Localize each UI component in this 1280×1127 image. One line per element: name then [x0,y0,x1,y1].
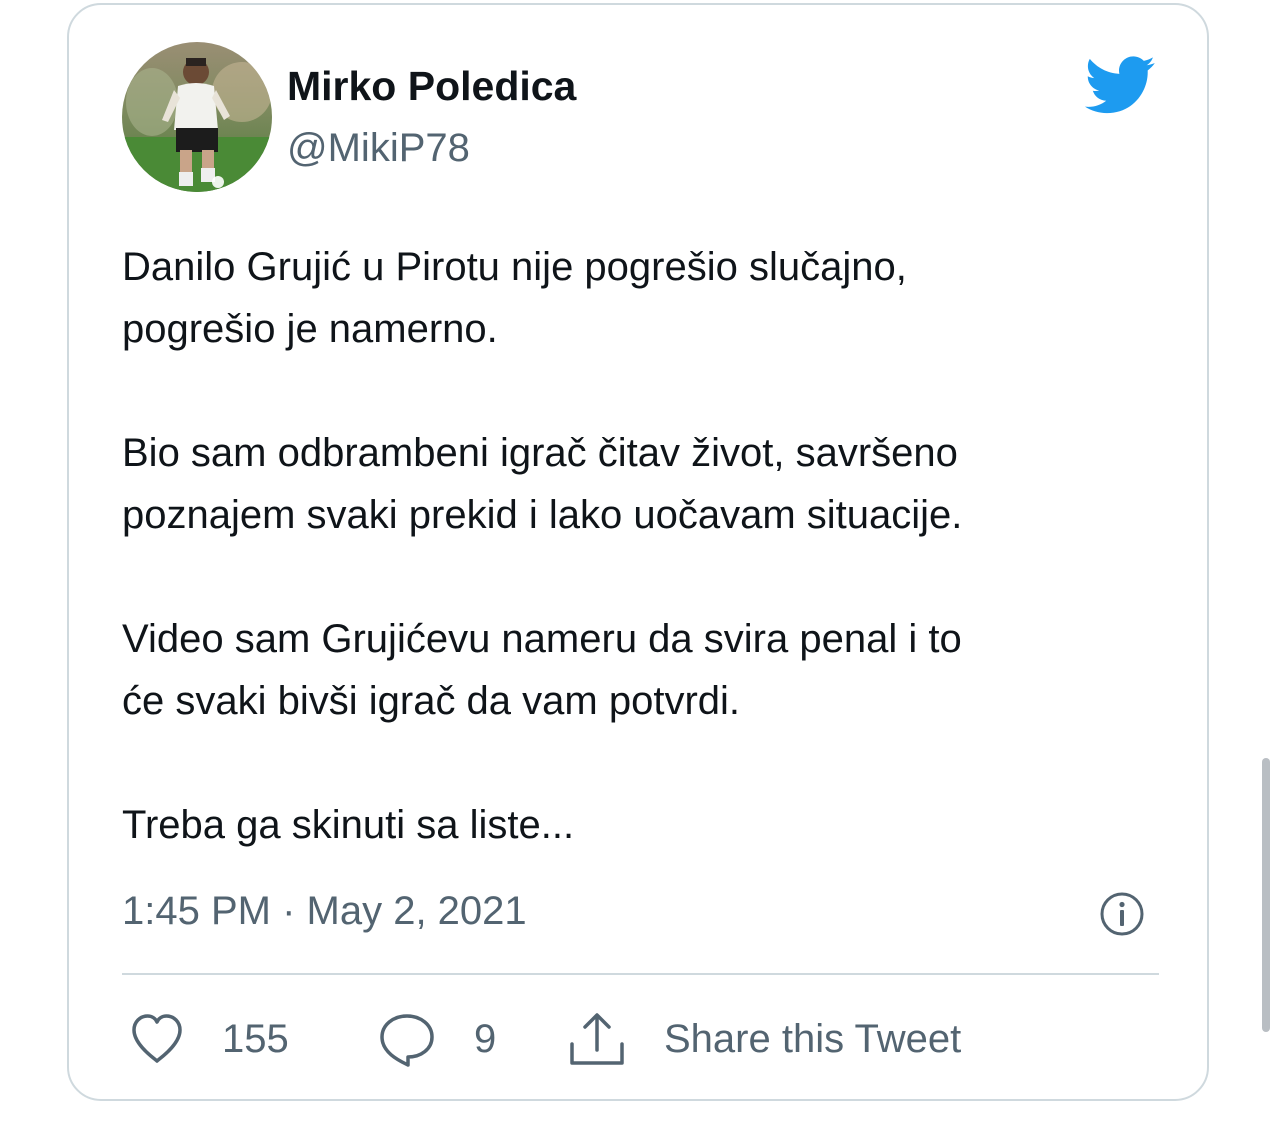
tweet-text: Danilo Grujić u Pirotu nije pogrešio slu… [122,236,1162,856]
author-handle[interactable]: @MikiP78 [287,124,470,172]
tweet-paragraph: Bio sam odbrambeni igrač čitav život, sa… [122,431,963,537]
author-avatar[interactable] [122,42,272,192]
tweet-paragraph: Video sam Grujićevu nameru da svira pena… [122,617,962,723]
info-icon[interactable] [1099,891,1145,937]
scrollbar-thumb[interactable] [1262,758,1270,1032]
share-button[interactable]: Share this Tweet [566,1010,961,1068]
heart-icon [132,1014,182,1063]
tweet-paragraph: Danilo Grujić u Pirotu nije pogrešio slu… [122,245,907,351]
reply-count: 9 [474,1016,497,1061]
avatar-image [122,42,272,192]
tweet-timestamp[interactable]: 1:45 PM · May 2, 2021 [122,884,527,938]
divider [122,973,1159,975]
share-label: Share this Tweet [664,1016,962,1061]
like-button[interactable]: 155 [128,1010,289,1068]
reply-button[interactable]: 9 [378,1010,496,1068]
twitter-bird-icon[interactable] [1082,54,1156,114]
speech-bubble-icon [380,1014,434,1067]
share-upload-icon [570,1013,624,1065]
tweet-paragraph: Treba ga skinuti sa liste... [122,803,575,847]
author-display-name[interactable]: Mirko Poledica [287,62,576,110]
like-count: 155 [222,1016,289,1061]
